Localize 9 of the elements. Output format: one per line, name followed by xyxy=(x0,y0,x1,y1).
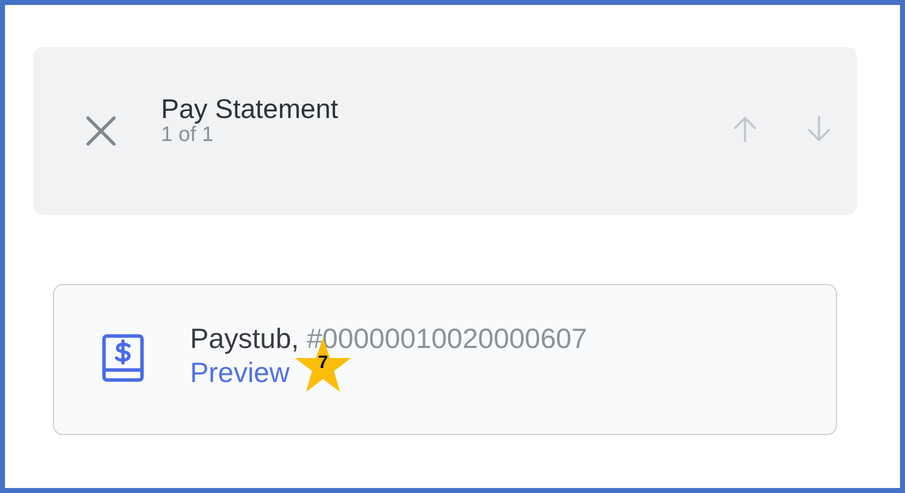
panel-title: Pay Statement xyxy=(161,94,340,124)
close-icon[interactable] xyxy=(85,115,117,147)
result-counter: 1 of 1 xyxy=(161,124,215,146)
document-name: Paystub, xyxy=(190,322,299,354)
arrow-down-icon[interactable] xyxy=(807,116,831,142)
arrow-up-icon[interactable] xyxy=(733,116,757,142)
preview-link[interactable]: Preview xyxy=(190,356,290,390)
document-number: #00000010020000607 xyxy=(306,322,588,354)
dollar-book-icon xyxy=(102,334,144,382)
